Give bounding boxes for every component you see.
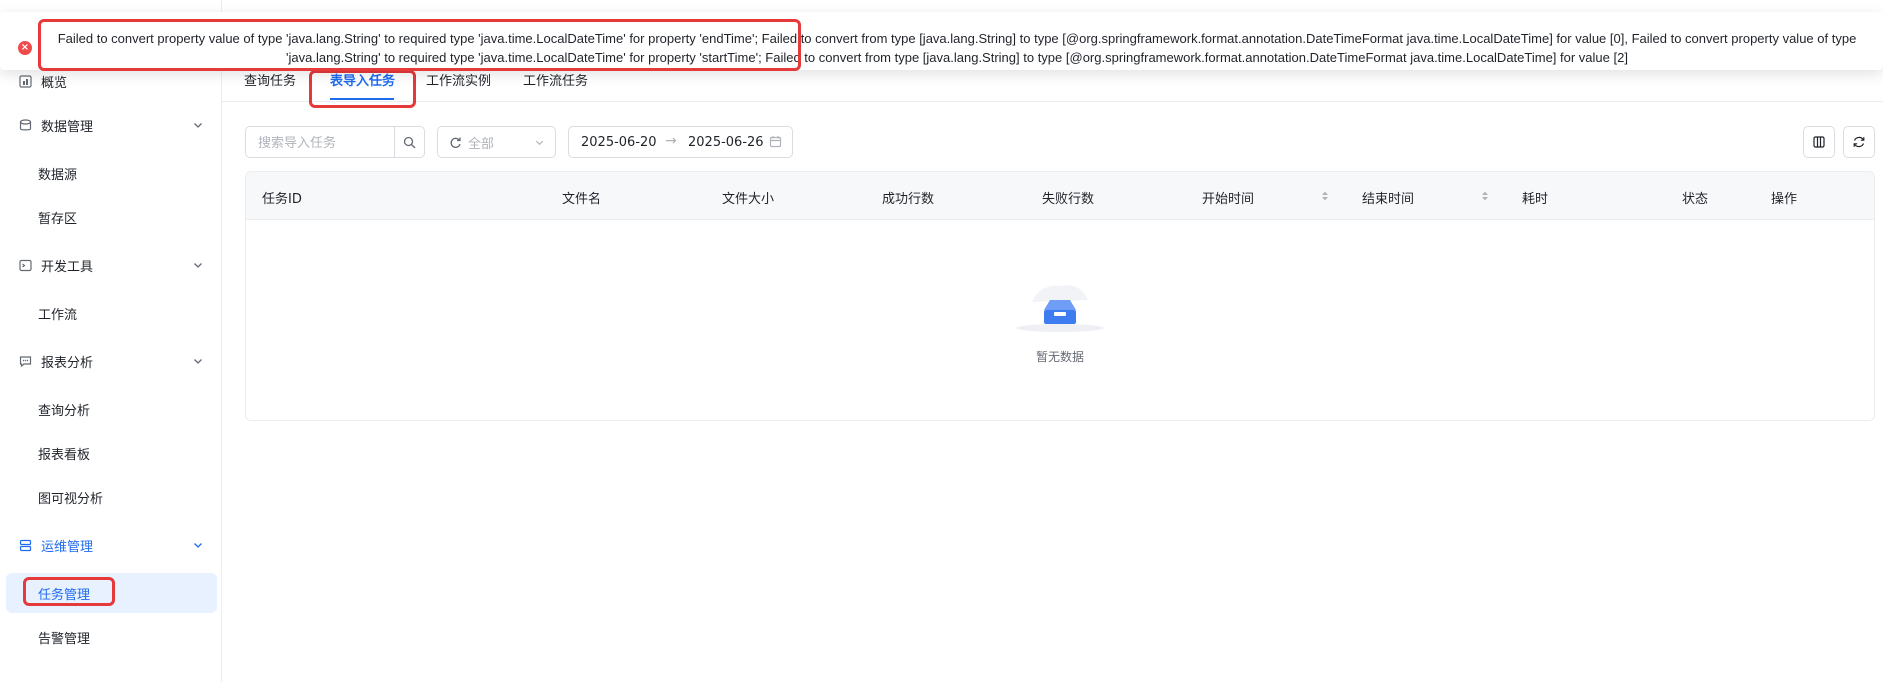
column-header-task-id: 任务ID bbox=[262, 192, 302, 207]
column-header-duration: 耗时 bbox=[1522, 192, 1549, 207]
tab-query-tasks[interactable]: 查询任务 bbox=[244, 70, 296, 89]
error-icon: × bbox=[18, 41, 32, 55]
sort-icon[interactable] bbox=[1321, 190, 1329, 202]
sidebar-group-ops[interactable]: 运维管理 bbox=[0, 530, 222, 560]
sidebar-item-label: 报表看板 bbox=[38, 447, 91, 463]
sidebar-item-label: 图可视分析 bbox=[38, 491, 104, 507]
column-header-success-rows: 成功行数 bbox=[882, 192, 935, 207]
chevron-down-icon bbox=[194, 543, 202, 548]
status-select[interactable]: 全部 bbox=[437, 126, 556, 158]
table-header: 任务ID 文件名 文件大小 成功行数 失败行数 开始时间 结束时间 耗时 状态 … bbox=[246, 172, 1874, 220]
column-header-failed-rows: 失败行数 bbox=[1042, 192, 1095, 207]
highlight-box bbox=[23, 577, 115, 606]
column-header-file-size: 文件大小 bbox=[722, 192, 775, 207]
sidebar-group-label: 开发工具 bbox=[41, 259, 94, 275]
sidebar-item-label: 暂存区 bbox=[38, 211, 78, 227]
sidebar-group-label: 报表分析 bbox=[41, 355, 94, 371]
chevron-down-icon bbox=[535, 140, 544, 146]
date-start[interactable]: 2025-06-20 bbox=[581, 135, 657, 150]
chevron-down-icon bbox=[194, 263, 202, 268]
sidebar-group-data-management[interactable]: 数据管理 bbox=[0, 110, 222, 140]
sidebar-item-label: 工作流 bbox=[38, 307, 78, 323]
empty-box-icon bbox=[1016, 285, 1104, 332]
date-end[interactable]: 2025-06-26 bbox=[688, 135, 764, 150]
chevron-down-icon bbox=[194, 123, 202, 128]
tab-workflow-tasks[interactable]: 工作流任务 bbox=[523, 70, 588, 89]
terminal-icon bbox=[18, 258, 32, 272]
tasks-table: 任务ID 文件名 文件大小 成功行数 失败行数 开始时间 结束时间 耗时 状态 … bbox=[245, 171, 1875, 421]
empty-state-text: 暂无数据 bbox=[1035, 350, 1084, 364]
sidebar-group-label: 运维管理 bbox=[41, 539, 94, 555]
column-header-start-time[interactable]: 开始时间 bbox=[1202, 188, 1254, 207]
search-field bbox=[245, 126, 425, 158]
sidebar-item-report-board[interactable]: 报表看板 bbox=[38, 441, 90, 465]
columns-icon bbox=[1813, 136, 1825, 148]
sidebar-item-query-analysis[interactable]: 查询分析 bbox=[38, 397, 90, 421]
sidebar-group-label: 数据管理 bbox=[41, 119, 94, 135]
chevron-down-icon bbox=[194, 359, 202, 364]
tab-workflow-instances[interactable]: 工作流实例 bbox=[426, 70, 491, 89]
calendar-icon bbox=[769, 136, 782, 148]
column-header-status: 状态 bbox=[1682, 192, 1709, 207]
date-range-picker[interactable]: 2025-06-20 → 2025-06-26 bbox=[568, 126, 793, 158]
sidebar-item-staging[interactable]: 暂存区 bbox=[38, 205, 77, 229]
refresh-button[interactable] bbox=[1843, 126, 1875, 158]
refresh-icon bbox=[1853, 136, 1865, 148]
status-select-value: 全部 bbox=[468, 136, 495, 152]
sidebar-item-label: 查询分析 bbox=[38, 403, 91, 419]
chat-icon bbox=[18, 354, 32, 368]
sort-icon[interactable] bbox=[1481, 190, 1489, 202]
sidebar-item-label: 告警管理 bbox=[38, 631, 91, 647]
sidebar-item-graph-analysis[interactable]: 图可视分析 bbox=[38, 485, 103, 509]
sidebar-item-alert-management[interactable]: 告警管理 bbox=[38, 625, 90, 649]
highlight-box bbox=[309, 70, 416, 108]
sidebar-item-label: 数据源 bbox=[38, 167, 78, 183]
date-range-arrow: → bbox=[665, 133, 677, 149]
sidebar-group-reports[interactable]: 报表分析 bbox=[0, 346, 222, 376]
server-icon bbox=[18, 538, 32, 552]
search-icon bbox=[403, 136, 416, 148]
sidebar-item-datasource[interactable]: 数据源 bbox=[38, 161, 77, 185]
search-button[interactable] bbox=[394, 127, 424, 157]
column-header-file-name: 文件名 bbox=[562, 192, 602, 207]
dashboard-icon bbox=[18, 74, 32, 88]
highlight-box bbox=[38, 19, 801, 71]
database-icon bbox=[18, 118, 32, 132]
column-header-end-time[interactable]: 结束时间 bbox=[1362, 188, 1414, 207]
empty-state bbox=[246, 272, 1874, 340]
sidebar: 概览 数据管理 数据源 暂存区 开发工具 工作流 报表分析 查询分析 报表看板 … bbox=[0, 0, 222, 682]
column-settings-button[interactable] bbox=[1803, 126, 1835, 158]
column-header-actions: 操作 bbox=[1771, 192, 1798, 207]
sidebar-group-dev-tools[interactable]: 开发工具 bbox=[0, 250, 222, 280]
search-input[interactable] bbox=[246, 127, 394, 157]
sidebar-item-label: 概览 bbox=[41, 75, 68, 91]
sidebar-item-workflow[interactable]: 工作流 bbox=[38, 301, 77, 325]
refresh-icon bbox=[450, 137, 461, 148]
